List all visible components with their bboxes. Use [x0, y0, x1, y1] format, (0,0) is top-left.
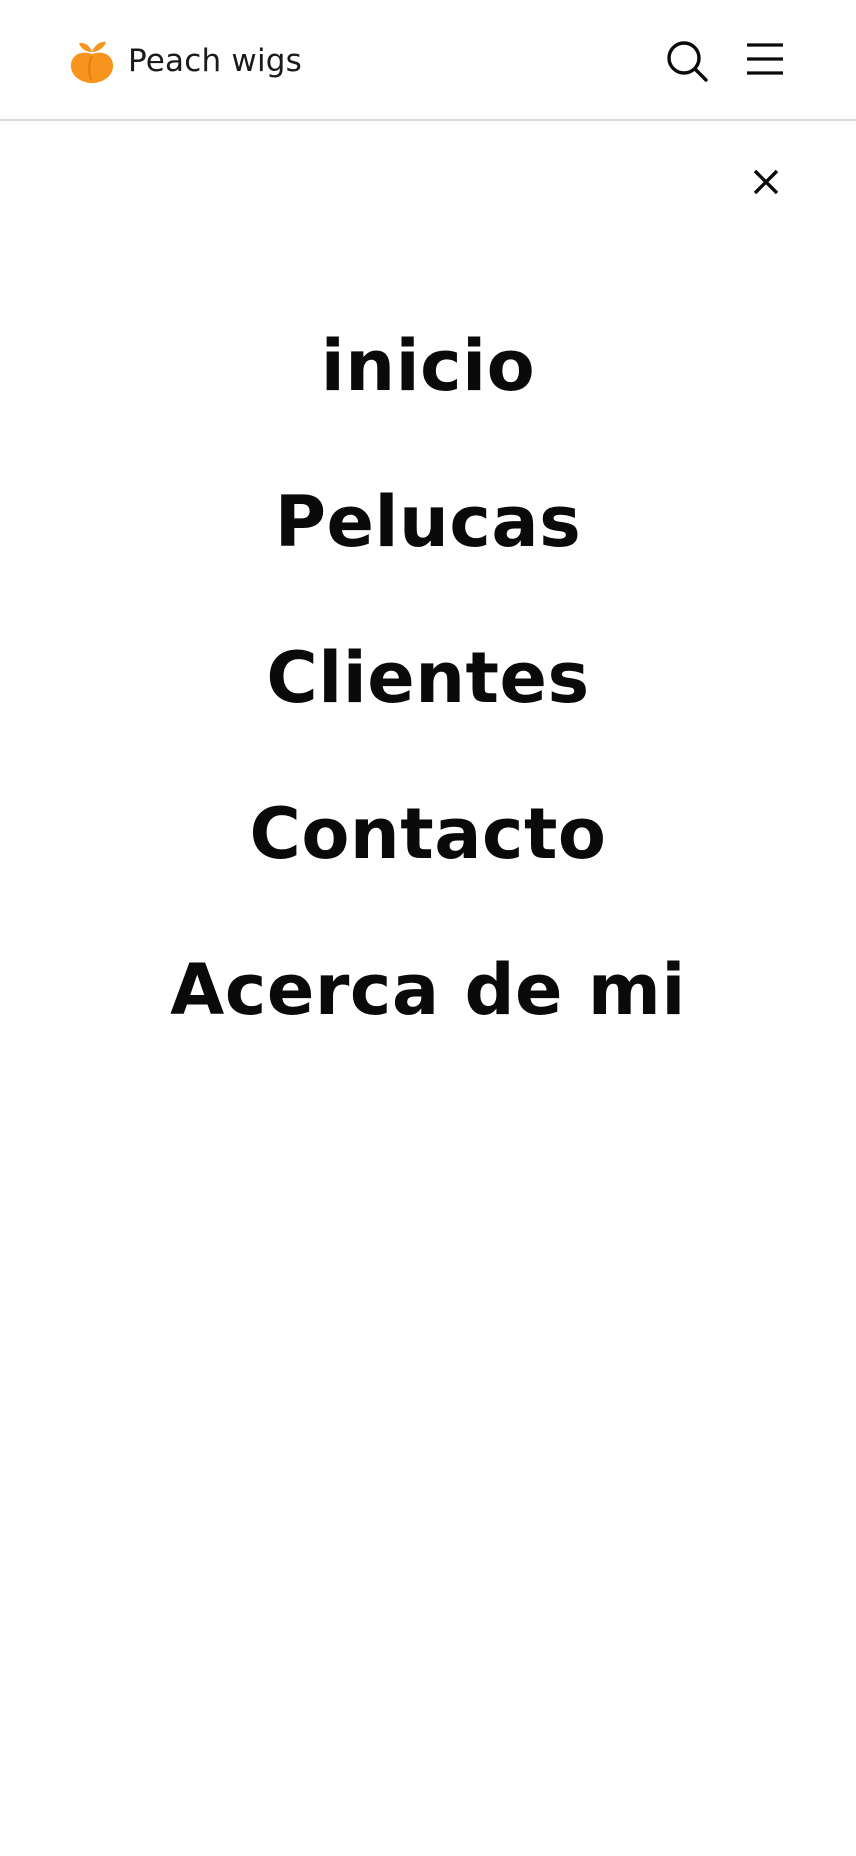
search-button[interactable] — [662, 36, 712, 86]
peach-logo-icon — [70, 41, 114, 83]
menu-link-inicio[interactable]: inicio — [321, 331, 535, 401]
menu-item-inicio: inicio — [0, 288, 856, 444]
menu-link-contacto[interactable]: Contacto — [249, 799, 606, 869]
close-icon — [753, 169, 779, 195]
menu-link-acerca-de-mi[interactable]: Acerca de mi — [170, 955, 686, 1025]
menu-link-pelucas[interactable]: Pelucas — [275, 487, 582, 557]
menu-link-clientes[interactable]: Clientes — [266, 643, 589, 713]
menu-item-contacto: Contacto — [0, 756, 856, 912]
menu-nav-list: inicio Pelucas Clientes Contacto Acerca … — [0, 288, 856, 1068]
menu-item-acerca-de-mi: Acerca de mi — [0, 912, 856, 1068]
menu-toggle-button[interactable] — [744, 38, 786, 80]
close-menu-button[interactable] — [748, 164, 784, 200]
menu-item-clientes: Clientes — [0, 600, 856, 756]
brand-name: Peach wigs — [128, 43, 302, 79]
hamburger-menu-icon — [747, 43, 783, 75]
site-header: Peach wigs — [0, 0, 856, 121]
mobile-menu-panel: inicio Pelucas Clientes Contacto Acerca … — [0, 121, 856, 1856]
menu-item-pelucas: Pelucas — [0, 444, 856, 600]
brand-logo-link[interactable]: Peach wigs — [70, 36, 302, 86]
search-icon — [667, 41, 708, 82]
